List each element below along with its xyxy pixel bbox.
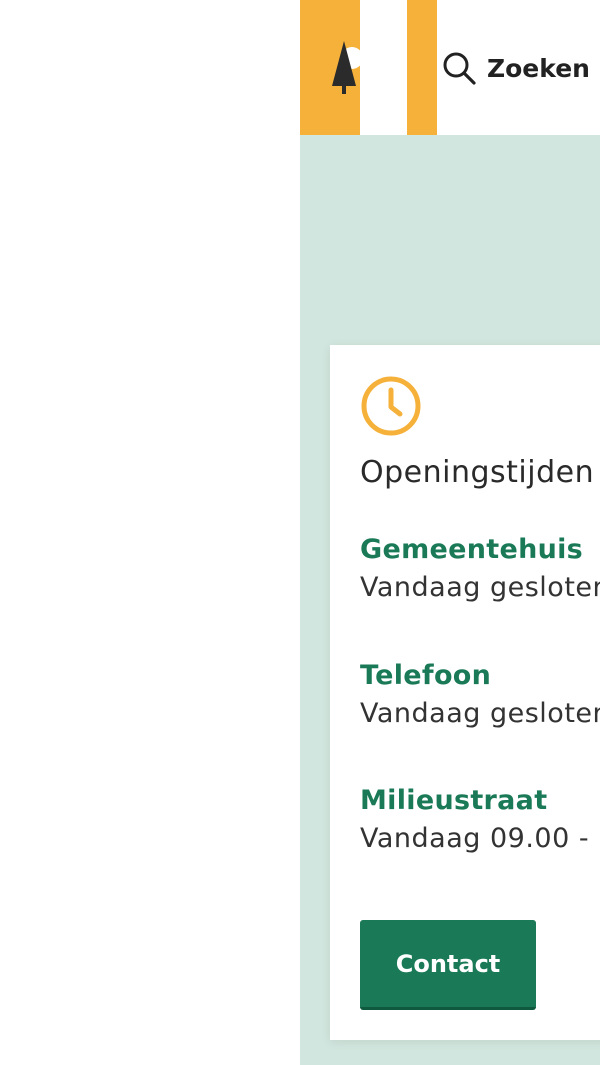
location-name: Telefoon xyxy=(360,660,492,691)
tree-logo-icon xyxy=(332,41,362,94)
location-telefoon: Telefoon Vandaag gesloten xyxy=(360,659,600,731)
location-name: Gemeentehuis xyxy=(360,534,584,565)
clock-icon xyxy=(361,376,421,436)
location-status: Vandaag gesloten xyxy=(360,698,600,729)
contact-button[interactable]: Contact xyxy=(360,920,536,1010)
location-gemeentehuis: Gemeentehuis Vandaag gesloten xyxy=(360,533,600,605)
header-spacer xyxy=(360,0,407,135)
page-viewport: Zoeken Openingstijden Gemeentehuis Vanda… xyxy=(300,0,600,1065)
location-milieustraat: Milieustraat Vandaag 09.00 - 1 xyxy=(360,784,600,856)
location-status: Vandaag 09.00 - 1 xyxy=(360,823,600,854)
location-name: Milieustraat xyxy=(360,785,548,816)
search-label: Zoeken xyxy=(487,53,590,83)
card-title: Openingstijden xyxy=(360,455,595,490)
logo[interactable] xyxy=(300,0,362,135)
search-button[interactable]: Zoeken xyxy=(442,48,590,88)
search-icon xyxy=(443,52,476,85)
header-accent-strip xyxy=(407,0,437,135)
opening-hours-card: Openingstijden Gemeentehuis Vandaag gesl… xyxy=(330,345,600,1040)
header: Zoeken xyxy=(300,0,600,135)
location-status: Vandaag gesloten xyxy=(360,572,600,603)
